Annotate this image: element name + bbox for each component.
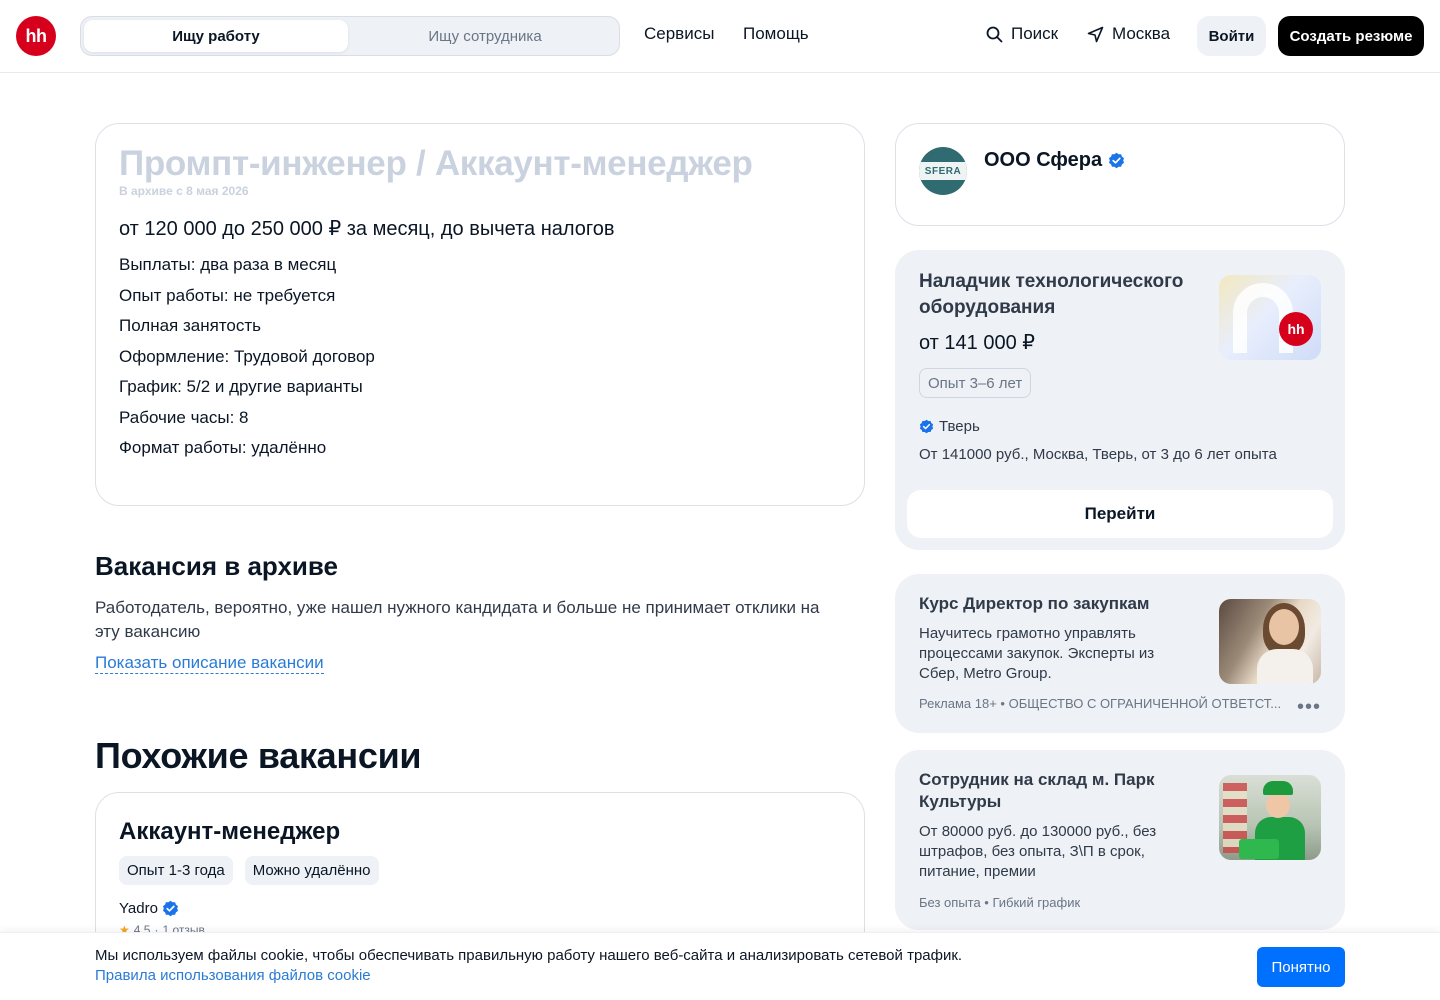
company-logo-text: SFERA [919, 162, 967, 180]
role-switcher: Ищу работу Ищу сотрудника [80, 16, 620, 56]
search-link[interactable]: Поиск [986, 24, 1058, 44]
fact-hours: Рабочие часы: 8 [119, 407, 249, 427]
tab-looking-for-job[interactable]: Ищу работу [84, 20, 348, 52]
ad-text: Научитесь грамотно управлять процессами … [919, 625, 1155, 682]
ad-price: от 141 000 ₽ [919, 332, 1035, 354]
tag-experience: Опыт 1-3 года [119, 856, 233, 885]
photo-cap [1263, 781, 1293, 795]
cookie-accept-button[interactable]: Понятно [1257, 947, 1345, 987]
more-options-icon[interactable]: ••• [1297, 696, 1321, 719]
fact-schedule: График: 5/2 и другие варианты [119, 377, 363, 396]
ad-image-hh: hh [1219, 275, 1321, 360]
company-card[interactable]: SFERA ООО Сфера [895, 123, 1345, 226]
verified-icon [1109, 152, 1125, 169]
vacancy-title: Промпт-инженер / Аккаунт-менеджер [119, 144, 753, 183]
ad-description: От 141000 руб., Москва, Тверь, от 3 до 6… [919, 446, 1277, 463]
fact-format: Формат работы: удалённо [119, 438, 327, 457]
cookie-banner: Мы используем файлы cookie, чтобы обеспе… [0, 932, 1440, 1000]
top-header: hh Ищу работу Ищу сотрудника Сервисы Пом… [0, 0, 1440, 73]
tag-remote: Можно удалённо [244, 856, 379, 885]
cookie-policy-link[interactable]: Правила использования файлов cookie [95, 967, 371, 984]
company-logo: SFERA [919, 147, 967, 195]
login-button[interactable]: Войти [1197, 16, 1266, 56]
photo-face [1269, 609, 1299, 645]
similar-company[interactable]: Yadro [119, 900, 179, 917]
similar-vacancy-title[interactable]: Аккаунт-менеджер [119, 818, 340, 846]
ad-card-warehouse[interactable]: Сотрудник на склад м. Парк Культуры От 8… [895, 750, 1345, 930]
cookie-text: Мы используем файлы cookie, чтобы обеспе… [95, 947, 963, 964]
city-selector[interactable]: Москва [1087, 24, 1170, 44]
ad-title: Курс Директор по закупкам [919, 594, 1150, 613]
ad-meta: Реклама 18+ • ОБЩЕСТВО С ОГРАНИЧЕННОЙ ОТ… [919, 696, 1282, 711]
similar-heading: Похожие вакансии [95, 735, 422, 776]
ad-card-technician[interactable]: Наладчик технологического оборудования о… [895, 250, 1345, 550]
similar-tags: Опыт 1-3 года Можно удалённо [119, 856, 379, 885]
vacancy-card: Промпт-инженер / Аккаунт-менеджер В архи… [95, 123, 865, 506]
verified-icon [919, 419, 934, 434]
tab-looking-for-employee[interactable]: Ищу сотрудника [353, 20, 617, 52]
vacancy-facts: Выплаты: два раза в месяц Опыт работы: н… [119, 253, 375, 467]
ad-image-office [1219, 599, 1321, 684]
ad-meta: Без опыта • Гибкий график [919, 895, 1081, 910]
ad-city: Тверь [919, 418, 980, 435]
photo-body [1257, 649, 1313, 684]
ad-card-course[interactable]: Курс Директор по закупкам Научитесь грам… [895, 574, 1345, 733]
archived-note: В архиве с 8 мая 2026 [119, 184, 249, 198]
photo-face [1266, 792, 1290, 818]
show-description-link[interactable]: Показать описание вакансии [95, 652, 324, 674]
location-arrow-icon [1087, 26, 1104, 42]
company-name-row[interactable]: ООО Сфера [984, 149, 1125, 172]
fact-employment: Полная занятость [119, 316, 262, 335]
search-label: Поиск [1011, 24, 1059, 43]
ad-title: Сотрудник на склад м. Парк Культуры [919, 770, 1155, 811]
archive-heading: Вакансия в архиве [95, 551, 339, 581]
go-button[interactable]: Перейти [907, 490, 1333, 538]
vacancy-salary: от 120 000 до 250 000 ₽ за месяц, до выч… [119, 218, 615, 240]
archive-text: Работодатель, вероятно, уже нашел нужног… [95, 598, 820, 641]
ad-image-store [1219, 775, 1321, 860]
ad-city-name: Тверь [939, 418, 980, 435]
hh-badge: hh [1279, 312, 1313, 346]
nav-services-link[interactable]: Сервисы [644, 24, 714, 44]
city-label: Москва [1112, 24, 1171, 43]
fact-experience: Опыт работы: не требуется [119, 285, 336, 305]
verified-icon [162, 900, 178, 917]
fact-contract: Оформление: Трудовой договор [119, 346, 375, 366]
create-resume-button[interactable]: Создать резюме [1278, 16, 1424, 56]
ad-experience-tag: Опыт 3–6 лет [919, 368, 1032, 398]
company-name: ООО Сфера [984, 149, 1103, 171]
photo-basket [1239, 839, 1279, 859]
nav-help-link[interactable]: Помощь [743, 24, 809, 44]
ad-title: Наладчик технологического оборудования [919, 271, 1184, 318]
similar-company-name: Yadro [119, 900, 158, 917]
ad-text: От 80000 руб. до 130000 руб., без штрафо… [919, 823, 1157, 880]
search-icon [986, 26, 1003, 42]
hh-logo[interactable]: hh [16, 16, 56, 56]
fact-payments: Выплаты: два раза в месяц [119, 255, 337, 274]
